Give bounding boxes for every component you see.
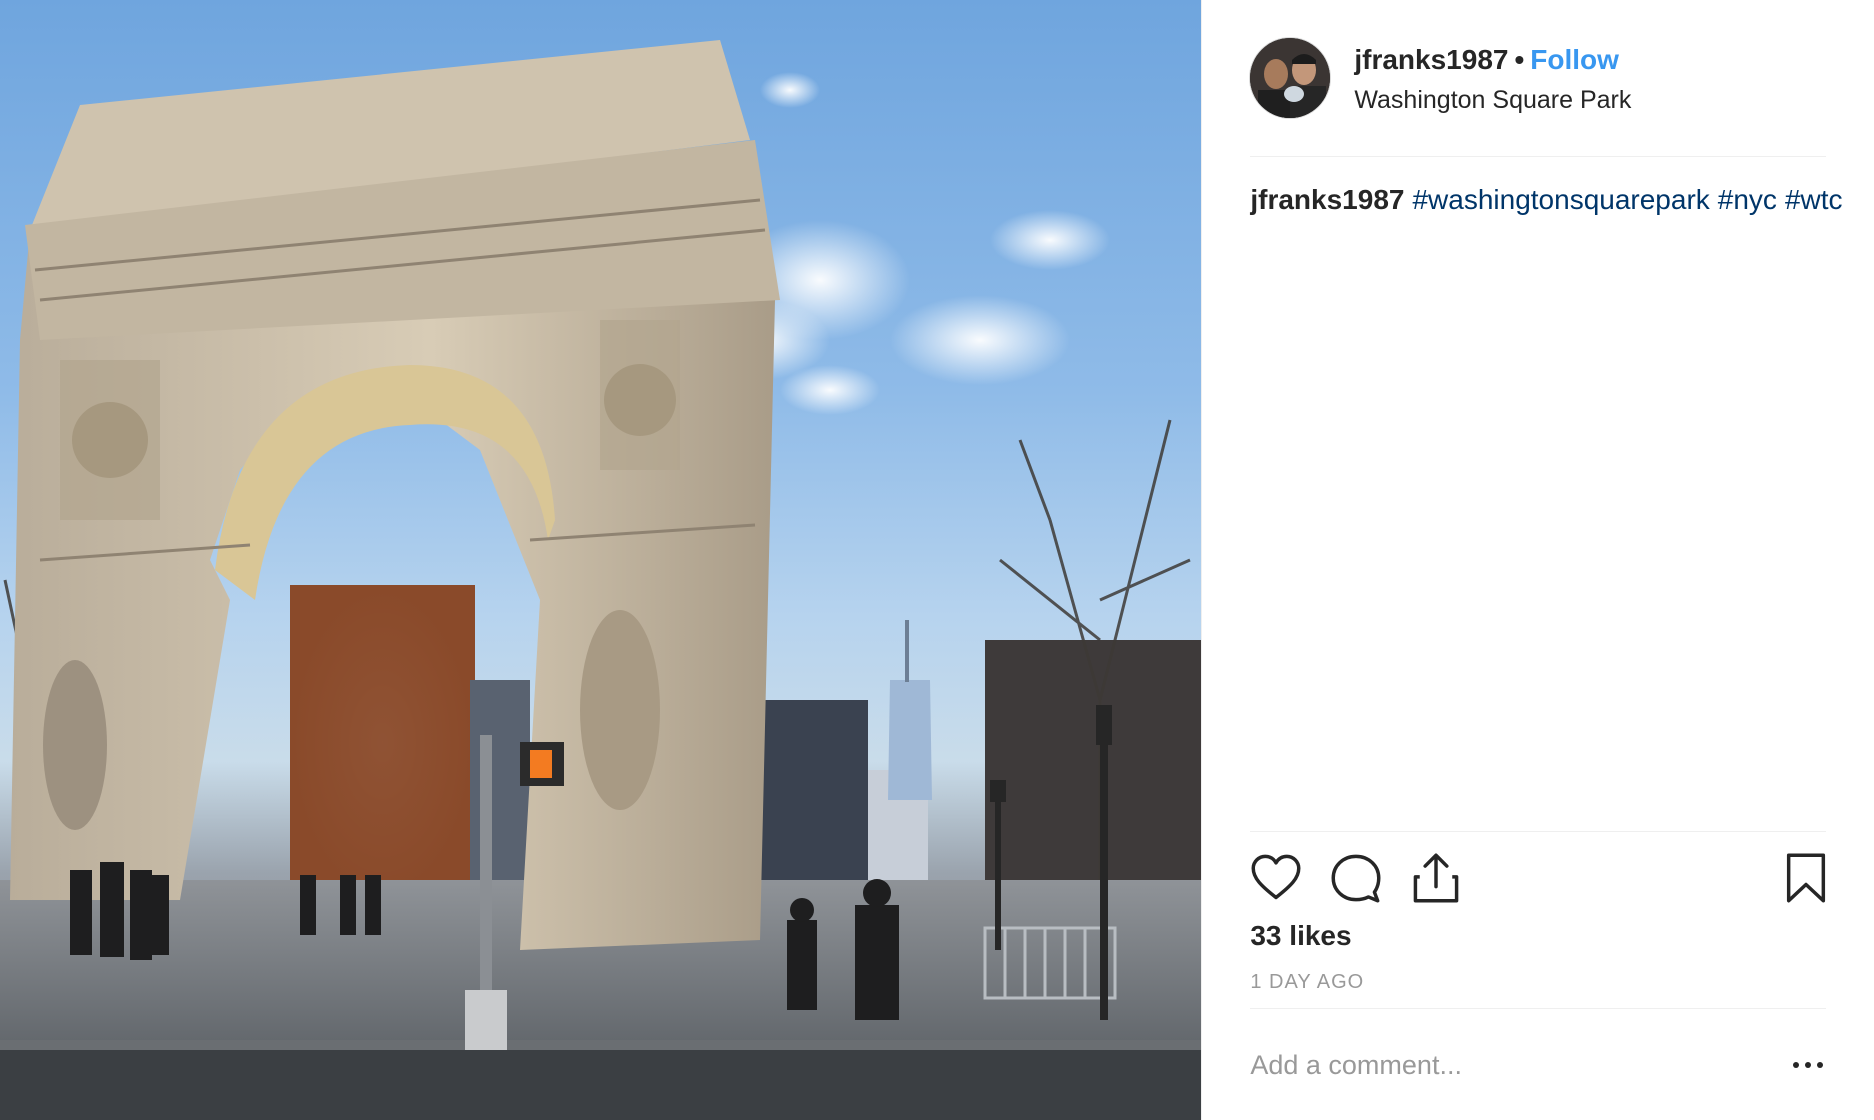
heart-icon[interactable] — [1250, 852, 1302, 904]
hashtag-link[interactable]: #nyc — [1718, 184, 1777, 215]
post-photo[interactable] — [0, 0, 1202, 1120]
separator-dot: • — [1514, 44, 1525, 75]
location-link[interactable]: Washington Square Park — [1354, 86, 1631, 115]
more-options-icon[interactable] — [1788, 1050, 1828, 1080]
comment-divider — [1250, 1008, 1827, 1009]
instagram-post: jfranks1987 • Follow Washington Square Par… — [0, 0, 1874, 1120]
caption-username[interactable]: jfranks1987 — [1250, 184, 1404, 215]
post-header: jfranks1987 • Follow — [1354, 44, 1619, 76]
post-timestamp[interactable]: 1 DAY AGO — [1250, 971, 1364, 994]
actions-divider — [1250, 831, 1827, 832]
likes-count[interactable]: 33 likes — [1250, 920, 1351, 952]
avatar[interactable] — [1250, 38, 1331, 118]
washington-square-arch-image — [0, 40, 1202, 1120]
profile-picture-icon — [1250, 38, 1331, 118]
comment-input[interactable] — [1250, 1040, 1751, 1090]
post-details-panel: jfranks1987 • Follow Washington Square Par… — [1201, 0, 1874, 1120]
comment-bubble-icon[interactable] — [1330, 852, 1382, 904]
follow-button[interactable]: Follow — [1530, 44, 1619, 75]
bookmark-icon[interactable] — [1780, 852, 1832, 904]
action-bar — [1250, 852, 1830, 908]
post-caption: jfranks1987 #washingtonsquarepark #nyc #wtc — [1250, 182, 1842, 218]
hashtag-link[interactable]: #washingtonsquarepark — [1412, 184, 1709, 215]
share-icon[interactable] — [1410, 852, 1462, 904]
username-link[interactable]: jfranks1987 — [1354, 44, 1508, 75]
header-divider — [1250, 156, 1827, 157]
hashtag-link[interactable]: #wtc — [1785, 184, 1843, 215]
